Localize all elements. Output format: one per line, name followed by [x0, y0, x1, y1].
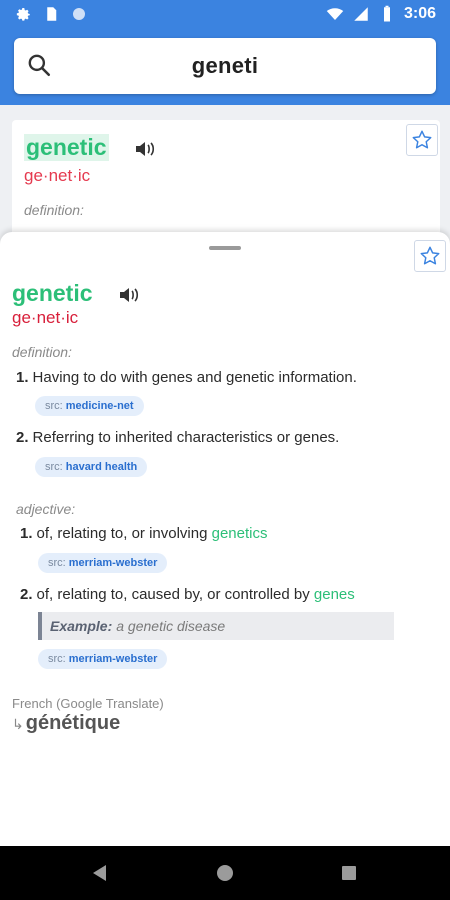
definition-label: definition: — [12, 344, 72, 360]
search-input[interactable]: geneti — [14, 53, 436, 79]
star-icon — [420, 246, 440, 265]
speaker-icon[interactable] — [134, 140, 158, 158]
source-prefix: src: — [48, 557, 66, 569]
source-chip[interactable]: src: havard health — [35, 457, 148, 477]
source-chip[interactable]: src: merriam-webster — [38, 649, 168, 669]
entry-word: genetic — [12, 280, 93, 306]
source-prefix: src: — [45, 461, 63, 473]
definition-item: 1. Having to do with genes and genetic in… — [16, 369, 357, 386]
definition-number: 2. — [16, 429, 29, 446]
translation-value: ↳ génétique — [12, 712, 120, 735]
favorite-button[interactable] — [414, 240, 446, 272]
source-name: medicine-net — [65, 400, 134, 412]
result-syllables: ge·net·ic — [24, 166, 91, 185]
adjective-item: 2. of, relating to, caused by, or control… — [20, 586, 355, 603]
speaker-icon[interactable] — [118, 286, 142, 304]
search-bar[interactable]: geneti — [14, 38, 436, 94]
translation-arrow: ↳ — [12, 716, 24, 732]
signal-icon — [354, 7, 368, 21]
wifi-icon — [326, 8, 344, 20]
battery-icon — [383, 5, 390, 22]
source-chip[interactable]: src: merriam-webster — [38, 553, 168, 573]
source-prefix: src: — [45, 400, 63, 412]
result-word: genetic — [24, 134, 109, 161]
adjective-text: of, relating to, caused by, or controlle… — [36, 586, 314, 603]
result-definition-label: definition: — [24, 202, 84, 218]
status-time: 3:06 — [403, 5, 436, 22]
example-label: Example: — [50, 618, 113, 634]
drag-handle[interactable] — [209, 246, 241, 250]
adjective-number: 2. — [20, 586, 33, 603]
adjective-number: 1. — [20, 525, 33, 542]
detail-sheet: genetic ge·net·ic definition: 1. Having t… — [0, 232, 450, 846]
entry-syllables: ge·net·ic — [12, 308, 79, 327]
word-link[interactable]: genetics — [212, 525, 268, 542]
home-icon[interactable] — [217, 865, 233, 881]
definition-text: Having to do with genes and genetic info… — [32, 369, 357, 386]
adjective-item: 1. of, relating to, or involving genetics — [20, 525, 267, 542]
source-name: havard health — [65, 461, 138, 473]
source-name: merriam-webster — [68, 557, 158, 569]
definition-number: 1. — [16, 369, 29, 386]
gear-icon — [16, 8, 30, 21]
recents-icon[interactable] — [342, 866, 356, 880]
navigation-bar — [0, 846, 450, 900]
example-text: a genetic disease — [116, 618, 226, 634]
source-chip[interactable]: src: medicine-net — [35, 396, 144, 416]
back-icon[interactable] — [93, 865, 106, 881]
favorite-button[interactable] — [406, 124, 438, 156]
example-block: Example: a genetic disease — [38, 612, 394, 640]
word-link[interactable]: genes — [314, 586, 355, 603]
star-icon — [412, 130, 432, 149]
sim-card-icon — [47, 7, 57, 21]
status-bar: 3:06 — [0, 0, 450, 30]
source-prefix: src: — [48, 653, 66, 665]
adjective-text: of, relating to, or involving — [36, 525, 212, 542]
translation-label: French (Google Translate) — [12, 696, 164, 711]
definition-item: 2. Referring to inherited characteristics… — [16, 429, 339, 446]
adjective-label: adjective: — [16, 501, 76, 517]
definition-text: Referring to inherited characteristics o… — [32, 429, 340, 446]
translation-text: génétique — [25, 712, 121, 734]
source-name: merriam-webster — [68, 653, 158, 665]
circle-icon — [73, 8, 85, 20]
